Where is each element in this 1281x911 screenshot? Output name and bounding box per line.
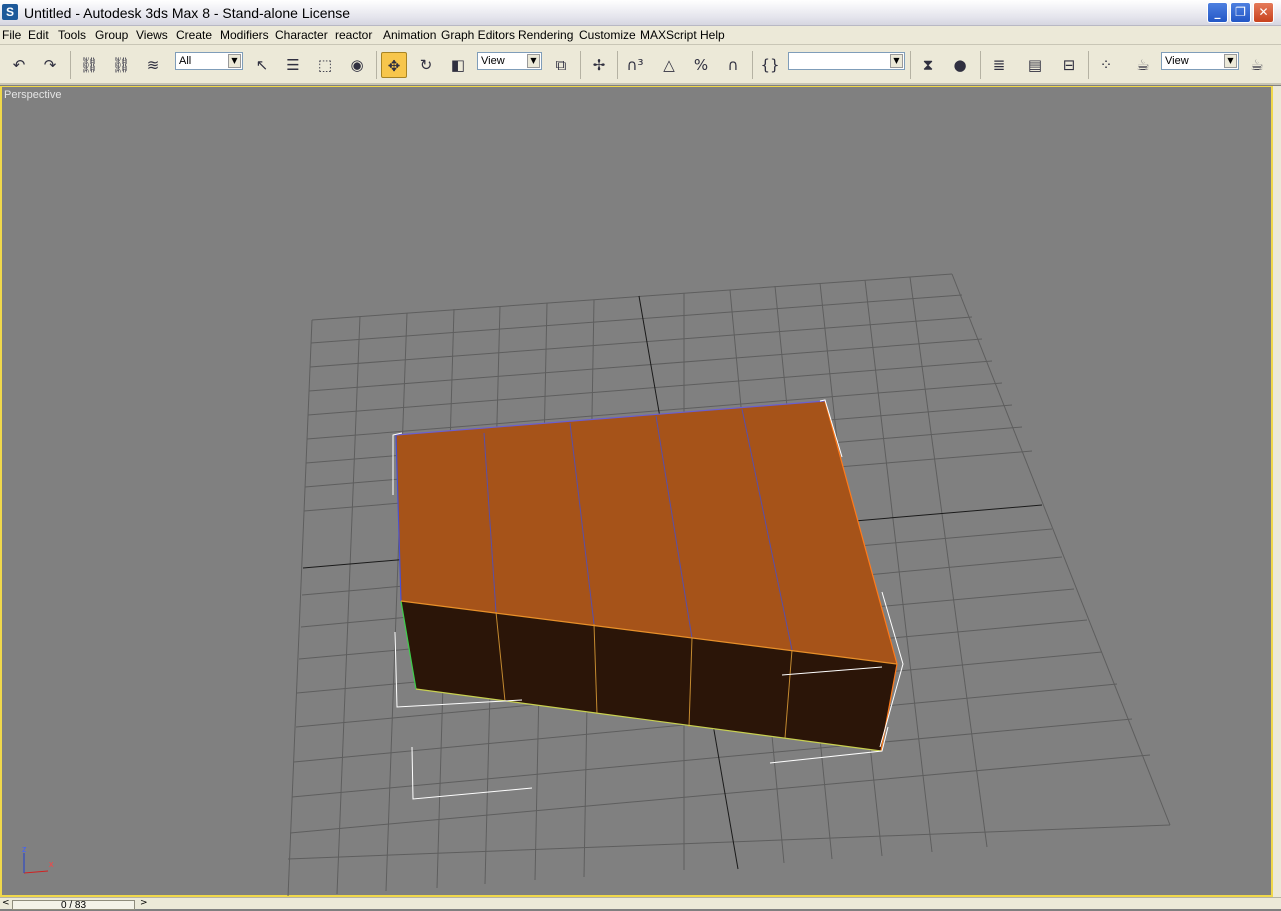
redo-icon[interactable]: ↷	[37, 52, 63, 78]
frame-counter: 0 / 83	[60, 900, 87, 911]
spinner-snap-icon[interactable]: ∩	[720, 52, 746, 78]
menu-bar: File Edit Tools Group Views Create Modif…	[0, 26, 1281, 45]
align-icon[interactable]: ●	[947, 52, 973, 78]
select-by-name-icon[interactable]: ☰	[280, 52, 306, 78]
menu-views[interactable]: Views	[136, 28, 168, 42]
menu-group[interactable]: Group	[95, 28, 128, 42]
angle-snap-icon[interactable]: △	[656, 52, 682, 78]
time-slider-next[interactable]: >	[140, 898, 148, 908]
chevron-down-icon: ▼	[228, 54, 241, 68]
reference-coordinate-dropdown[interactable]: View ▼	[477, 52, 542, 70]
axis-z-label: z	[22, 844, 27, 854]
toolbar-separator	[752, 51, 753, 79]
unlink-selection-icon[interactable]: ⛓	[108, 52, 134, 78]
edit-named-selection-icon[interactable]: {}	[757, 52, 783, 78]
toolbar-separator	[580, 51, 581, 79]
chevron-down-icon: ▼	[890, 54, 903, 68]
menu-help[interactable]: Help	[700, 28, 725, 42]
render-type-dropdown[interactable]: View ▼	[1161, 52, 1239, 70]
time-slider-bar: < 0 / 83 >	[0, 897, 1281, 911]
quick-render-icon[interactable]: ☕	[1244, 52, 1270, 78]
viewport-label[interactable]: Perspective	[4, 89, 61, 101]
box-object[interactable]	[395, 400, 898, 752]
render-type-value: View	[1165, 55, 1189, 67]
undo-icon[interactable]: ↶	[6, 52, 32, 78]
select-and-link-icon[interactable]: ⛓	[76, 52, 102, 78]
menu-rendering[interactable]: Rendering	[518, 28, 573, 42]
toolbar-separator	[1088, 51, 1089, 79]
toolbar-separator	[617, 51, 618, 79]
curve-editor-icon[interactable]: ▤	[1022, 52, 1048, 78]
layer-manager-icon[interactable]: ≣	[986, 52, 1012, 78]
menu-customize[interactable]: Customize	[579, 28, 636, 42]
command-panel-edge	[1273, 86, 1281, 897]
named-selection-dropdown[interactable]: ▼	[788, 52, 905, 70]
mirror-icon[interactable]: ⧗	[915, 52, 941, 78]
menu-create[interactable]: Create	[176, 28, 212, 42]
close-button[interactable]: ✕	[1253, 2, 1274, 23]
menu-edit[interactable]: Edit	[28, 28, 49, 42]
selection-filter-value: All	[179, 55, 192, 67]
menu-graph-editors[interactable]: Graph Editors	[441, 28, 515, 42]
menu-maxscript[interactable]: MAXScript	[640, 28, 697, 42]
window-crossing-icon[interactable]: ◉	[344, 52, 370, 78]
toolbar-separator	[910, 51, 911, 79]
axis-tripod: z x	[22, 844, 54, 874]
percent-snap-icon[interactable]: %	[688, 52, 714, 78]
menu-modifiers[interactable]: Modifiers	[220, 28, 269, 42]
perspective-viewport[interactable]: z x Perspective	[0, 86, 1273, 897]
select-and-move-icon[interactable]: ✥	[381, 52, 407, 78]
rectangular-selection-icon[interactable]: ⬚	[312, 52, 338, 78]
axis-x-label: x	[49, 859, 54, 869]
bind-to-space-warp-icon[interactable]: ≋	[140, 52, 166, 78]
chevron-down-icon: ▼	[527, 54, 540, 68]
toolbar-separator	[980, 51, 981, 79]
time-slider-prev[interactable]: <	[2, 898, 10, 908]
schematic-view-icon[interactable]: ⊟	[1056, 52, 1082, 78]
viewport-scene[interactable]: z x	[2, 87, 1271, 896]
menu-character[interactable]: Character	[275, 28, 328, 42]
select-and-manipulate-icon[interactable]: ✢	[586, 52, 612, 78]
chevron-down-icon: ▼	[1224, 54, 1237, 68]
pivot-center-icon[interactable]: ⧉	[548, 52, 574, 78]
window-title: Untitled - Autodesk 3ds Max 8 - Stand-al…	[24, 5, 351, 21]
menu-reactor[interactable]: reactor	[335, 28, 372, 42]
select-and-rotate-icon[interactable]: ↻	[413, 52, 439, 78]
selection-filter-dropdown[interactable]: All ▼	[175, 52, 243, 70]
reference-coordinate-value: View	[481, 55, 505, 67]
render-scene-icon[interactable]: ☕	[1130, 52, 1156, 78]
material-editor-icon[interactable]: ⁘	[1093, 52, 1119, 78]
minimize-button[interactable]: _	[1207, 2, 1228, 23]
toolbar-separator	[376, 51, 377, 79]
select-and-scale-icon[interactable]: ◧	[445, 52, 471, 78]
app-icon[interactable]: S	[2, 4, 18, 20]
main-toolbar: ↶ ↷ ⛓ ⛓ ≋ All ▼ ↖ ☰ ⬚ ◉ ✥ ↻ ◧ View ▼ ⧉ ✢…	[0, 45, 1281, 85]
toolbar-separator	[70, 51, 71, 79]
menu-animation[interactable]: Animation	[383, 28, 436, 42]
snap-toggle-icon[interactable]: ∩³	[622, 52, 648, 78]
select-object-icon[interactable]: ↖	[249, 52, 275, 78]
title-bar: S Untitled - Autodesk 3ds Max 8 - Stand-…	[0, 0, 1281, 26]
menu-tools[interactable]: Tools	[58, 28, 86, 42]
restore-button[interactable]: ❐	[1230, 2, 1251, 23]
menu-file[interactable]: File	[2, 28, 21, 42]
